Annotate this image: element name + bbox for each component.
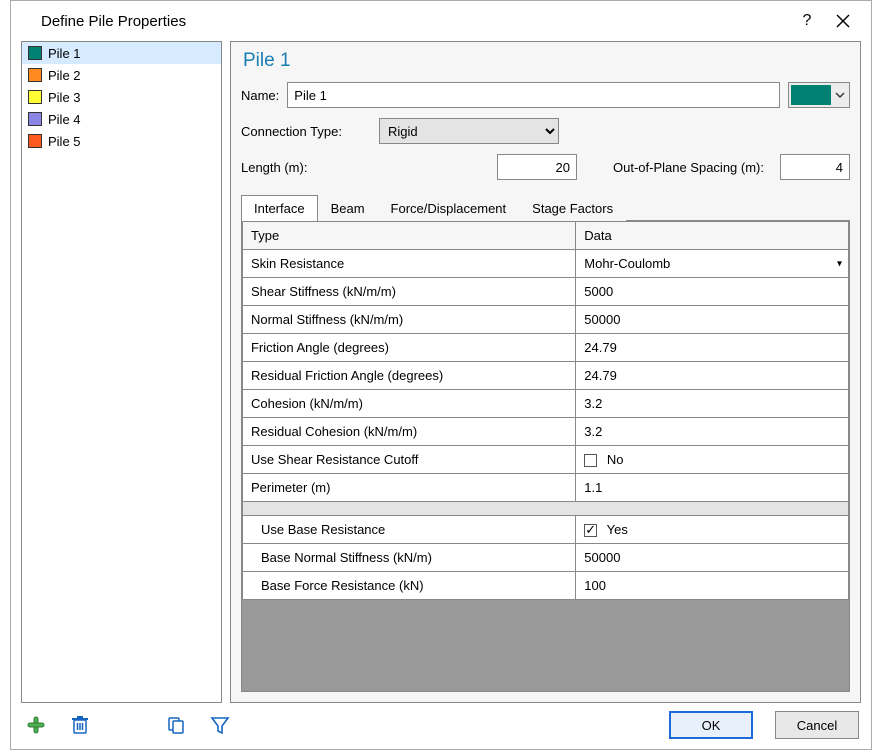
tab-strip: InterfaceBeamForce/DisplacementStage Fac…: [241, 194, 850, 221]
window-title: Define Pile Properties: [41, 13, 789, 30]
cell-type: Perimeter (m): [242, 474, 575, 502]
sidebar-item-label: Pile 5: [48, 134, 81, 149]
chevron-down-icon: [833, 92, 847, 98]
cell-data[interactable]: Yes: [576, 516, 849, 544]
table-row[interactable]: Skin ResistanceMohr-Coulomb▾: [242, 250, 848, 278]
color-swatch: [28, 112, 42, 126]
copy-button[interactable]: [165, 714, 187, 736]
color-swatch: [28, 68, 42, 82]
panel-heading: Pile 1: [243, 50, 850, 72]
name-label: Name:: [241, 88, 279, 103]
sidebar-item[interactable]: Pile 3: [22, 86, 221, 108]
table-row[interactable]: Base Force Resistance (kN)100: [242, 572, 848, 600]
color-swatch: [28, 90, 42, 104]
cell-data[interactable]: 3.2: [576, 418, 849, 446]
cell-type: Shear Stiffness (kN/m/m): [242, 278, 575, 306]
grid-header-type[interactable]: Type: [242, 222, 575, 250]
dialog-window: Define Pile Properties ? Pile 1Pile 2Pil…: [10, 0, 872, 750]
bottom-toolbar: OK Cancel: [11, 703, 871, 749]
cell-type: Residual Cohesion (kN/m/m): [242, 418, 575, 446]
add-button[interactable]: [25, 714, 47, 736]
cell-type: Use Base Resistance: [242, 516, 575, 544]
table-row[interactable]: Normal Stiffness (kN/m/m)50000: [242, 306, 848, 334]
titlebar: Define Pile Properties ?: [11, 1, 871, 41]
ok-button[interactable]: OK: [669, 711, 753, 739]
tab-interface[interactable]: Interface: [241, 195, 318, 221]
name-input[interactable]: [287, 82, 780, 108]
cell-data[interactable]: 24.79: [576, 334, 849, 362]
cell-type: Cohesion (kN/m/m): [242, 390, 575, 418]
table-row[interactable]: Base Normal Stiffness (kN/m)50000: [242, 544, 848, 572]
table-row[interactable]: Cohesion (kN/m/m)3.2: [242, 390, 848, 418]
connection-select[interactable]: Rigid: [379, 118, 559, 144]
grid-header-data[interactable]: Data: [576, 222, 849, 250]
table-row[interactable]: Use Shear Resistance Cutoff No: [242, 446, 848, 474]
interface-grid[interactable]: Type Data Skin ResistanceMohr-Coulomb▾Sh…: [242, 221, 849, 600]
sidebar-item[interactable]: Pile 2: [22, 64, 221, 86]
cell-type: Skin Resistance: [242, 250, 575, 278]
cell-data[interactable]: No: [576, 446, 849, 474]
cell-data[interactable]: 5000: [576, 278, 849, 306]
sidebar-item-label: Pile 3: [48, 90, 81, 105]
checkbox-icon[interactable]: [584, 454, 597, 467]
table-row[interactable]: Shear Stiffness (kN/m/m)5000: [242, 278, 848, 306]
sidebar-item-label: Pile 4: [48, 112, 81, 127]
cell-type: Residual Friction Angle (degrees): [242, 362, 575, 390]
table-row[interactable]: Use Base Resistance Yes: [242, 516, 848, 544]
tab-stage-factors[interactable]: Stage Factors: [519, 195, 626, 221]
cell-data[interactable]: Mohr-Coulomb▾: [576, 250, 849, 278]
cell-data[interactable]: 3.2: [576, 390, 849, 418]
interface-grid-container: Type Data Skin ResistanceMohr-Coulomb▾Sh…: [241, 221, 850, 692]
cell-data[interactable]: 24.79: [576, 362, 849, 390]
cell-data[interactable]: 50000: [576, 544, 849, 572]
table-row[interactable]: Friction Angle (degrees)24.79: [242, 334, 848, 362]
chevron-down-icon: ▾: [837, 258, 842, 269]
close-button[interactable]: [825, 6, 861, 36]
sidebar-item[interactable]: Pile 4: [22, 108, 221, 130]
sidebar-item[interactable]: Pile 5: [22, 130, 221, 152]
filter-button[interactable]: [209, 714, 231, 736]
table-row[interactable]: Residual Cohesion (kN/m/m)3.2: [242, 418, 848, 446]
cell-data[interactable]: 1.1: [576, 474, 849, 502]
cell-type: Base Force Resistance (kN): [242, 572, 575, 600]
color-swatch: [28, 134, 42, 148]
cell-type: Normal Stiffness (kN/m/m): [242, 306, 575, 334]
grid-spacer: [242, 502, 848, 516]
close-icon: [836, 14, 850, 28]
help-button[interactable]: ?: [789, 6, 825, 36]
sidebar-item-label: Pile 1: [48, 46, 81, 61]
tab-beam[interactable]: Beam: [318, 195, 378, 221]
sidebar-item-label: Pile 2: [48, 68, 81, 83]
table-row[interactable]: Residual Friction Angle (degrees)24.79: [242, 362, 848, 390]
plus-icon: [26, 715, 46, 735]
color-swatch: [791, 85, 831, 105]
oop-spacing-label: Out-of-Plane Spacing (m):: [613, 160, 764, 175]
cell-type: Base Normal Stiffness (kN/m): [242, 544, 575, 572]
funnel-icon: [210, 715, 230, 735]
pile-list[interactable]: Pile 1 Pile 2 Pile 3 Pile 4 Pile 5: [21, 41, 222, 703]
sidebar-item[interactable]: Pile 1: [22, 42, 221, 64]
oop-spacing-input[interactable]: [780, 154, 850, 180]
checkbox-icon[interactable]: [584, 524, 597, 537]
cell-type: Use Shear Resistance Cutoff: [242, 446, 575, 474]
cell-data[interactable]: 100: [576, 572, 849, 600]
color-picker[interactable]: [788, 82, 850, 108]
cell-data[interactable]: 50000: [576, 306, 849, 334]
copy-icon: [166, 715, 186, 735]
delete-button[interactable]: [69, 714, 91, 736]
table-row[interactable]: Perimeter (m)1.1: [242, 474, 848, 502]
trash-icon: [71, 715, 89, 735]
cell-type: Friction Angle (degrees): [242, 334, 575, 362]
length-label: Length (m):: [241, 160, 371, 175]
length-input[interactable]: [497, 154, 577, 180]
connection-label: Connection Type:: [241, 124, 371, 139]
properties-panel: Pile 1 Name: Connection Type: Rigid L: [230, 41, 861, 703]
tab-force-displacement[interactable]: Force/Displacement: [378, 195, 520, 221]
cancel-button[interactable]: Cancel: [775, 711, 859, 739]
grid-empty-area: [242, 600, 849, 691]
color-swatch: [28, 46, 42, 60]
